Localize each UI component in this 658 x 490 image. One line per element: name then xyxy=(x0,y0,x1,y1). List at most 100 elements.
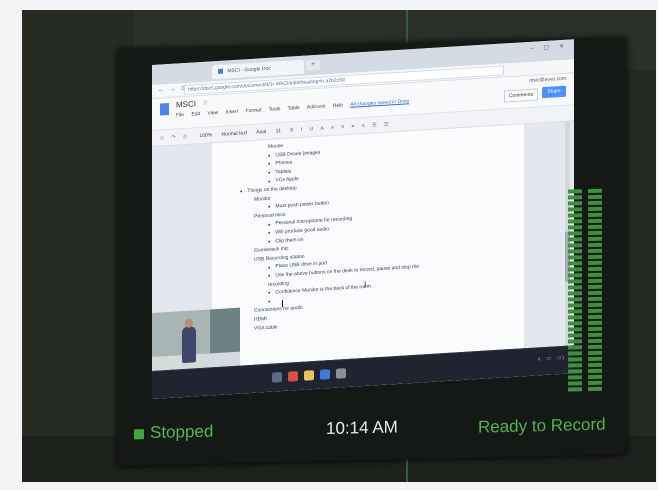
meter-segment xyxy=(588,242,602,248)
docs-menu-bar: File Edit View Insert Format Tools Table… xyxy=(176,98,415,118)
meter-segment xyxy=(568,207,582,212)
doc-line[interactable]: VCs Apple xyxy=(268,176,298,184)
meter-segment xyxy=(588,362,602,368)
menu-tools[interactable]: Tools xyxy=(269,106,281,113)
menu-edit[interactable]: Edit xyxy=(191,111,200,118)
meter-segment xyxy=(588,302,602,308)
meter-segment xyxy=(568,231,582,236)
meter-segment xyxy=(588,368,602,374)
meter-segment xyxy=(588,224,602,230)
doc-line[interactable]: Mouse xyxy=(268,143,283,150)
meter-segment xyxy=(568,321,582,326)
meter-segment xyxy=(588,350,602,356)
zoom-select[interactable]: 100% xyxy=(199,132,212,139)
meter-segment xyxy=(588,296,602,302)
meter-segment xyxy=(568,339,582,344)
stopped-square-icon xyxy=(134,429,144,440)
meter-segment xyxy=(568,351,582,356)
menu-file[interactable]: File xyxy=(176,112,184,118)
document-title[interactable]: MSCI xyxy=(176,99,196,109)
clock-time: 10:14 AM xyxy=(326,417,398,439)
meter-segment xyxy=(588,320,602,326)
meter-segment xyxy=(588,236,602,242)
menu-insert[interactable]: Insert xyxy=(226,109,239,116)
menu-addons[interactable]: Add-ons xyxy=(307,103,326,110)
photo-background: MSCI - Google Doc + – ▢ ✕ ← → ⟳ https://… xyxy=(22,10,656,482)
window-controls[interactable]: – ▢ ✕ xyxy=(531,43,568,52)
menu-table[interactable]: Table xyxy=(288,105,300,112)
doc-line[interactable] xyxy=(268,298,275,304)
doc-line[interactable]: VGA cable xyxy=(254,324,278,331)
doc-line[interactable]: Clip them on xyxy=(268,236,303,244)
new-tab-button[interactable]: + xyxy=(306,59,320,71)
style-select[interactable]: Normal text xyxy=(222,130,248,138)
meter-segment xyxy=(568,381,582,386)
doc-line[interactable]: USB Drives (images xyxy=(268,149,320,158)
meter-segment xyxy=(568,213,582,218)
meter-segment xyxy=(568,237,582,242)
menu-help[interactable]: Help xyxy=(333,102,343,109)
system-tray[interactable]: ∧ ▭ ◁) xyxy=(537,355,566,363)
account-email[interactable]: msci@evvo.com xyxy=(529,76,566,84)
monitor-screen: MSCI - Google Doc + – ▢ ✕ ← → ⟳ https://… xyxy=(152,39,574,399)
meter-segment xyxy=(588,230,602,236)
doc-line[interactable]: Tablets xyxy=(268,168,291,175)
windows-start-icon[interactable] xyxy=(272,372,282,383)
meter-segment xyxy=(568,309,582,314)
undo-redo-print-icon[interactable]: ⎌ ↷ ⎙ xyxy=(160,134,190,142)
doc-line[interactable]: HDMI xyxy=(254,316,267,323)
format-icons[interactable]: B I U A ≡ ≡ ≡ ≡ ☰ ☰ xyxy=(290,121,391,133)
meter-segment xyxy=(588,260,602,266)
docs-favicon-icon xyxy=(218,68,223,75)
meter-segment xyxy=(568,363,582,368)
doc-line[interactable]: Monitor xyxy=(254,195,271,202)
doc-line[interactable]: Will produce good audio xyxy=(268,226,329,236)
docs-logo-icon[interactable] xyxy=(160,102,169,116)
document-page[interactable]: I MouseUSB Drives (imagesPhonesTabletsVC… xyxy=(212,124,524,368)
save-status-link[interactable]: All changes saved in Drive xyxy=(350,98,409,108)
meter-segment xyxy=(588,194,602,200)
font-size-select[interactable]: 11 xyxy=(276,128,281,134)
meter-segment xyxy=(568,273,582,278)
meter-segment xyxy=(588,314,602,320)
meter-segment xyxy=(568,189,582,194)
star-icon[interactable]: ☆ xyxy=(202,99,208,107)
audio-meter-left xyxy=(568,189,582,395)
media-player-icon[interactable] xyxy=(336,368,346,379)
tab-title: MSCI - Google Doc xyxy=(227,65,271,75)
doc-line[interactable]: Things on the desktop xyxy=(240,185,296,194)
doc-line[interactable]: Gooseneck mic xyxy=(254,246,288,254)
meter-segment xyxy=(568,327,582,332)
meter-segment xyxy=(588,266,602,272)
ready-status: Ready to Record xyxy=(478,414,606,437)
menu-view[interactable]: View xyxy=(207,110,218,117)
meter-segment xyxy=(568,279,582,284)
doc-line[interactable]: USB Recording station xyxy=(254,253,305,262)
font-select[interactable]: Arial xyxy=(256,129,266,136)
meter-segment xyxy=(568,369,582,374)
share-button[interactable]: Share xyxy=(542,85,566,99)
webcam-presenter xyxy=(182,326,196,364)
meter-segment xyxy=(588,284,602,290)
meter-segment xyxy=(568,303,582,308)
doc-line[interactable]: recording xyxy=(268,280,289,287)
chrome-icon[interactable] xyxy=(288,371,298,382)
file-explorer-icon[interactable] xyxy=(304,370,314,381)
meter-segment xyxy=(588,308,602,314)
doc-line[interactable]: Personal mics xyxy=(254,212,285,220)
doc-line[interactable]: Must push power button xyxy=(268,200,328,210)
meter-segment xyxy=(588,188,602,194)
store-icon[interactable] xyxy=(320,369,330,380)
meter-segment xyxy=(588,278,602,284)
webcam-preview xyxy=(152,307,240,371)
doc-line[interactable]: Phones xyxy=(268,160,292,167)
meter-segment xyxy=(568,333,582,338)
meter-segment xyxy=(588,374,602,380)
meter-segment xyxy=(568,201,582,206)
meter-segment xyxy=(588,386,602,392)
meter-segment xyxy=(568,315,582,320)
menu-format[interactable]: Format xyxy=(246,107,262,114)
doc-line[interactable]: Connections for audio xyxy=(254,305,303,314)
comments-button[interactable]: Comments xyxy=(503,88,538,103)
meter-segment xyxy=(588,344,602,350)
